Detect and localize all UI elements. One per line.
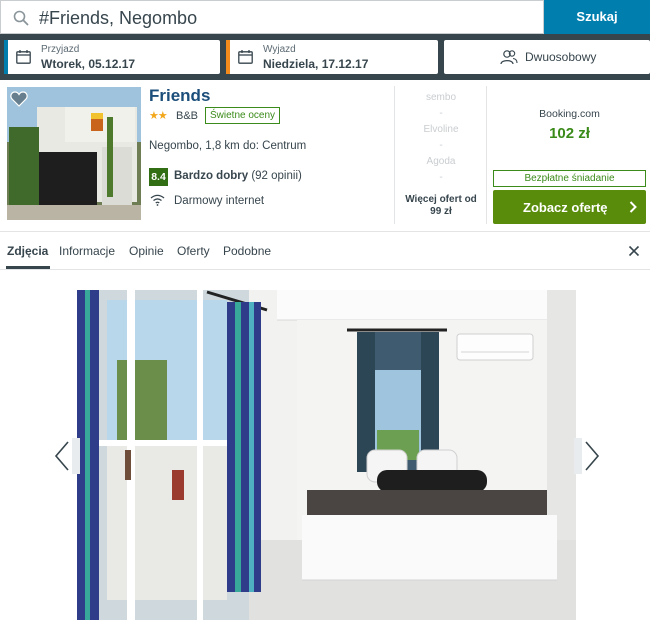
photo-gallery [0,270,650,620]
deal-price: - [439,108,443,119]
hotel-thumbnail[interactable] [7,87,141,220]
more-deals-price: 99 zł [430,206,452,217]
gallery-photo[interactable] [77,290,576,620]
divider [486,86,487,224]
deal-price: - [439,172,443,183]
calendar-icon [238,50,253,64]
date-row: Przyjazd Wtorek, 05.12.17 Wyjazd Niedzie… [0,36,650,80]
deal-provider: sembo [425,92,456,103]
free-breakfast-badge: Bezpłatne śniadanie [493,170,646,187]
amenity-label: Darmowy internet [174,195,265,207]
search-button[interactable]: Szukaj [544,0,650,34]
rating-score: 8.4 [149,168,168,186]
search-icon [13,10,29,26]
rating-label: Bardzo dobry (92 opinii) [174,170,302,182]
more-deals-line: Więcej ofert od [405,194,477,205]
close-icon[interactable] [628,245,640,257]
tab-photos[interactable]: Zdjęcia [7,244,48,258]
hotel-card: Friends ★★ B&B Świetne oceny Negombo, 1,… [0,80,650,232]
hotel-name[interactable]: Friends [149,86,210,106]
deal-provider: Agoda [426,156,456,167]
great-ratings-badge: Świetne oceny [205,107,281,124]
main-deal: Booking.com 102 zł Bezpłatne śniadanie Z… [489,80,650,232]
active-tab-indicator [6,266,50,269]
detail-tabs: Zdjęcia Informacje Opinie Oferty Podobne [0,232,650,270]
checkout-value: Niedziela, 17.12.17 [263,57,369,71]
deal-price: - [439,140,443,151]
other-deals[interactable]: sembo - Elvoline - Agoda - Więcej ofert … [396,80,486,232]
hotel-location: Negombo, 1,8 km do: Centrum [149,140,307,152]
checkin-stripe [4,40,8,74]
tab-deals[interactable]: Oferty [177,244,210,258]
search-input[interactable]: #Friends, Negombo [0,0,544,34]
people-icon [500,50,518,65]
heart-icon[interactable] [10,91,28,107]
calendar-icon [16,50,31,64]
checkin-label: Przyjazd [41,44,80,55]
accommodation-type: B&B [176,110,199,122]
chevron-left-icon[interactable] [50,436,80,476]
search-query: #Friends, Negombo [39,8,198,28]
chevron-right-icon [629,201,637,213]
checkin-field[interactable]: Przyjazd Wtorek, 05.12.17 [4,40,220,74]
hotel-room-image [77,290,576,620]
deal-provider[interactable]: Booking.com [489,108,650,120]
rating-text: Bardzo dobry [174,170,249,182]
rating-count: (92 opinii) [251,170,302,182]
divider [394,86,395,224]
search-bar: #Friends, Negombo Szukaj [0,0,650,36]
checkout-stripe [226,40,230,74]
checkout-field[interactable]: Wyjazd Niedziela, 17.12.17 [226,40,438,74]
deal-price[interactable]: 102 zł [489,125,650,142]
view-deal-label: Zobacz ofertę [523,200,608,215]
checkin-value: Wtorek, 05.12.17 [41,57,136,71]
tab-reviews[interactable]: Opinie [129,244,164,258]
tab-similar[interactable]: Podobne [223,244,271,258]
room-type-field[interactable]: Dwuosobowy [444,40,650,74]
room-type-value: Dwuosobowy [525,50,597,64]
checkout-label: Wyjazd [263,44,296,55]
view-deal-button[interactable]: Zobacz ofertę [493,190,646,224]
star-rating: ★★ [149,110,168,122]
more-deals-link[interactable]: Więcej ofert od 99 zł [396,194,486,218]
deal-provider: Elvoline [423,124,459,135]
chevron-right-icon[interactable] [574,436,604,476]
tab-info[interactable]: Informacje [59,244,115,258]
wifi-icon [150,194,165,206]
